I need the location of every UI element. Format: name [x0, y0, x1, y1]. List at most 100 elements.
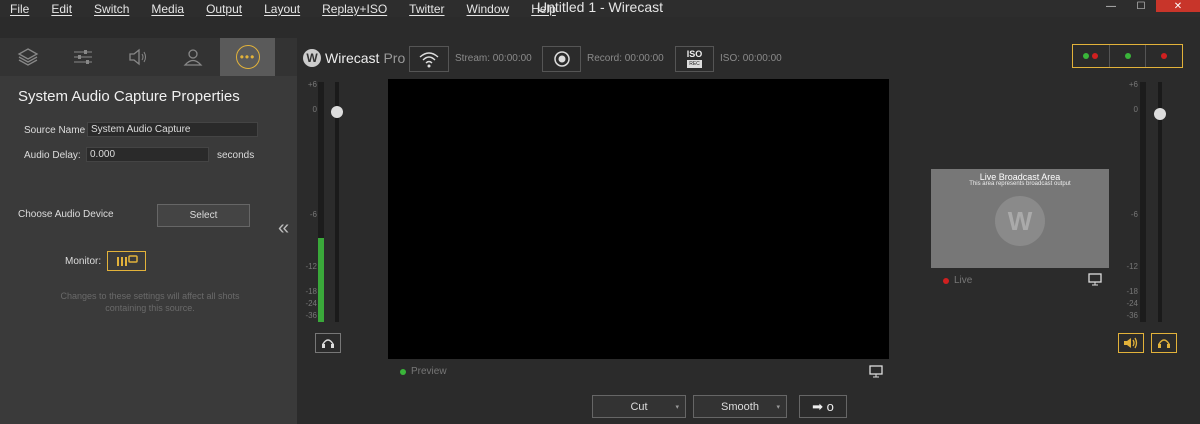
collapse-panel-button[interactable]: « [278, 217, 289, 240]
monitor-label: Monitor: [65, 256, 102, 267]
scale-label: -18 [305, 287, 317, 296]
tab-audio[interactable] [110, 38, 165, 76]
left-volume-track[interactable] [335, 82, 339, 322]
settings-hint: Changes to these settings will affect al… [60, 291, 240, 313]
audio-delay-label: Audio Delay: [24, 150, 81, 161]
wirecast-watermark-icon: W [995, 196, 1045, 246]
preview-status: Preview [400, 366, 447, 377]
iso-rec-badge: REC [687, 60, 702, 68]
go-button[interactable]: ➡ o [799, 395, 847, 418]
scale-label: -12 [305, 262, 317, 271]
preview-canvas[interactable] [388, 79, 889, 359]
live-broadcast-area[interactable]: Live Broadcast Area This area represents… [931, 169, 1109, 268]
iso-timer: ISO: 00:00:00 [720, 53, 782, 64]
wirecast-window: File Edit Switch Media Output Layout Rep… [0, 0, 1200, 424]
wirecast-logo: W Wirecast Pro [303, 49, 405, 67]
brand-name: Wirecast [325, 50, 380, 66]
preview-status-dot [400, 368, 406, 375]
window-controls: — ☐ ✕ [1096, 0, 1200, 12]
cut-label: Cut [630, 400, 648, 413]
menu: File Edit Switch Media Output Layout Rep… [0, 2, 568, 16]
scale-label: -24 [1126, 299, 1138, 308]
menu-window[interactable]: Window [467, 2, 510, 16]
scale-label: +6 [1128, 80, 1138, 89]
monitor-icon [869, 365, 883, 378]
speaker-icon [128, 48, 146, 66]
tab-more[interactable]: ••• [220, 38, 275, 76]
wifi-icon [419, 52, 439, 68]
stream-button[interactable] [409, 46, 449, 72]
preview-label: Preview [411, 366, 447, 377]
scale-label: -36 [1126, 311, 1138, 320]
right-volume-knob[interactable] [1154, 108, 1166, 120]
monitor-toggle[interactable] [107, 251, 146, 271]
brand-edition: Pro [383, 50, 406, 66]
minimize-button[interactable]: — [1096, 0, 1126, 12]
sliders-icon [73, 50, 92, 64]
menu-replay-iso[interactable]: Replay+ISO [322, 2, 387, 16]
live-monitor-button[interactable] [1088, 273, 1102, 289]
maximize-button[interactable]: ☐ [1126, 0, 1156, 12]
record-button[interactable] [542, 46, 581, 72]
source-name-field[interactable]: System Audio Capture [87, 122, 258, 137]
live-status-dot [943, 277, 949, 284]
stream-timer: Stream: 00:00:00 [455, 53, 532, 64]
tab-sliders[interactable] [55, 38, 110, 76]
status-live[interactable] [1146, 45, 1182, 67]
menu-layout[interactable]: Layout [264, 2, 300, 16]
left-audio-meter [318, 82, 324, 322]
headphones-icon [1158, 339, 1170, 348]
tab-layers[interactable] [0, 38, 55, 76]
choose-audio-device-label: Choose Audio Device [18, 209, 114, 220]
menu-file[interactable]: File [10, 2, 29, 16]
monitor-icon [1088, 273, 1102, 286]
scale-label: +6 [307, 80, 317, 89]
wirecast-logo-icon: W [303, 49, 321, 67]
menu-twitter[interactable]: Twitter [409, 2, 444, 16]
scale-label: 0 [1133, 105, 1138, 114]
menu-edit[interactable]: Edit [51, 2, 72, 16]
preview-monitor-button[interactable] [869, 365, 883, 381]
speaker-output-button[interactable] [1118, 333, 1144, 353]
scale-label: -6 [1130, 210, 1138, 219]
select-button[interactable]: Select [157, 204, 250, 227]
monitor-audio-icon [116, 255, 138, 266]
tab-person[interactable] [165, 38, 220, 76]
layers-icon [17, 48, 38, 66]
properties-tabs: ••• [0, 38, 297, 76]
iso-record-button[interactable]: ISO REC [675, 46, 714, 72]
speaker-icon [1124, 337, 1138, 349]
menu-help[interactable]: Help [531, 2, 556, 16]
scale-label: -6 [309, 210, 317, 219]
status-preview[interactable] [1110, 45, 1147, 67]
live-label: Live [954, 275, 973, 286]
right-headphones-button[interactable] [1151, 333, 1177, 353]
person-icon [183, 49, 202, 66]
scale-label: -12 [1126, 262, 1138, 271]
cut-transition-dropdown[interactable]: Cut ▾ [592, 395, 686, 418]
source-name-label: Source Name [24, 125, 86, 136]
menu-media[interactable]: Media [151, 2, 184, 16]
smooth-label: Smooth [721, 400, 759, 413]
chevron-down-icon: ▾ [675, 403, 679, 411]
iso-button-label: ISO [686, 49, 703, 59]
menu-switch[interactable]: Switch [94, 2, 129, 16]
record-timer: Record: 00:00:00 [587, 53, 664, 64]
left-headphones-button[interactable] [315, 333, 341, 353]
close-button[interactable]: ✕ [1156, 0, 1200, 12]
properties-title: System Audio Capture Properties [18, 88, 240, 105]
smooth-transition-dropdown[interactable]: Smooth ▾ [693, 395, 787, 418]
scale-label: -24 [305, 299, 317, 308]
menu-output[interactable]: Output [206, 2, 242, 16]
scale-label: -18 [1126, 287, 1138, 296]
audio-delay-unit: seconds [217, 150, 255, 161]
menu-bar: File Edit Switch Media Output Layout Rep… [0, 0, 1200, 17]
more-icon: ••• [235, 45, 260, 69]
left-audio-meter-level [318, 238, 324, 322]
record-icon [553, 51, 570, 67]
left-volume-knob[interactable] [331, 106, 343, 118]
live-status: Live [943, 275, 972, 286]
scale-label: 0 [312, 105, 317, 114]
audio-delay-field[interactable]: 0.000 [86, 147, 209, 162]
status-preview-live[interactable] [1073, 45, 1110, 67]
